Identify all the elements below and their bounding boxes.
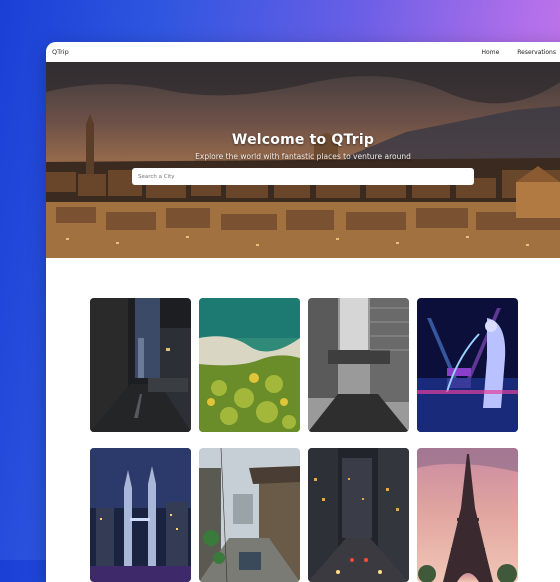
- city-card[interactable]: [199, 298, 300, 432]
- rainy-night-alley-image: [90, 298, 191, 432]
- brand-logo[interactable]: QTrip: [52, 48, 69, 56]
- city-card[interactable]: [308, 448, 409, 582]
- city-card[interactable]: [417, 448, 518, 582]
- bw-skyscraper-bridge-image: [308, 298, 409, 432]
- hero-banner: Welcome to QTrip Explore the world with …: [46, 62, 560, 258]
- hero-content: Welcome to QTrip Explore the world with …: [46, 132, 560, 161]
- city-card[interactable]: [417, 298, 518, 432]
- browser-window: QTrip Home Reservations Welcome to QTrip…: [46, 42, 560, 582]
- nav-links: Home Reservations: [482, 49, 556, 56]
- city-card[interactable]: [90, 298, 191, 432]
- city-card[interactable]: [199, 448, 300, 582]
- navbar: QTrip Home Reservations: [46, 42, 560, 62]
- city-card[interactable]: [308, 298, 409, 432]
- nav-link-home[interactable]: Home: [482, 49, 500, 56]
- asian-street-market-image: [199, 448, 300, 582]
- aerial-beach-forest-image: [199, 298, 300, 432]
- hero-subtitle: Explore the world with fantastic places …: [195, 152, 411, 161]
- city-street-night-traffic-image: [308, 448, 409, 582]
- hero-title: Welcome to QTrip: [231, 132, 375, 148]
- merlion-marina-bay-image: [417, 298, 518, 432]
- city-search-input[interactable]: [132, 168, 474, 185]
- city-grid: [90, 298, 518, 582]
- eiffel-tower-sunset-image: [417, 448, 518, 582]
- petronas-towers-night-image: [90, 448, 191, 582]
- city-card[interactable]: [90, 448, 191, 582]
- nav-link-reservations[interactable]: Reservations: [517, 49, 556, 56]
